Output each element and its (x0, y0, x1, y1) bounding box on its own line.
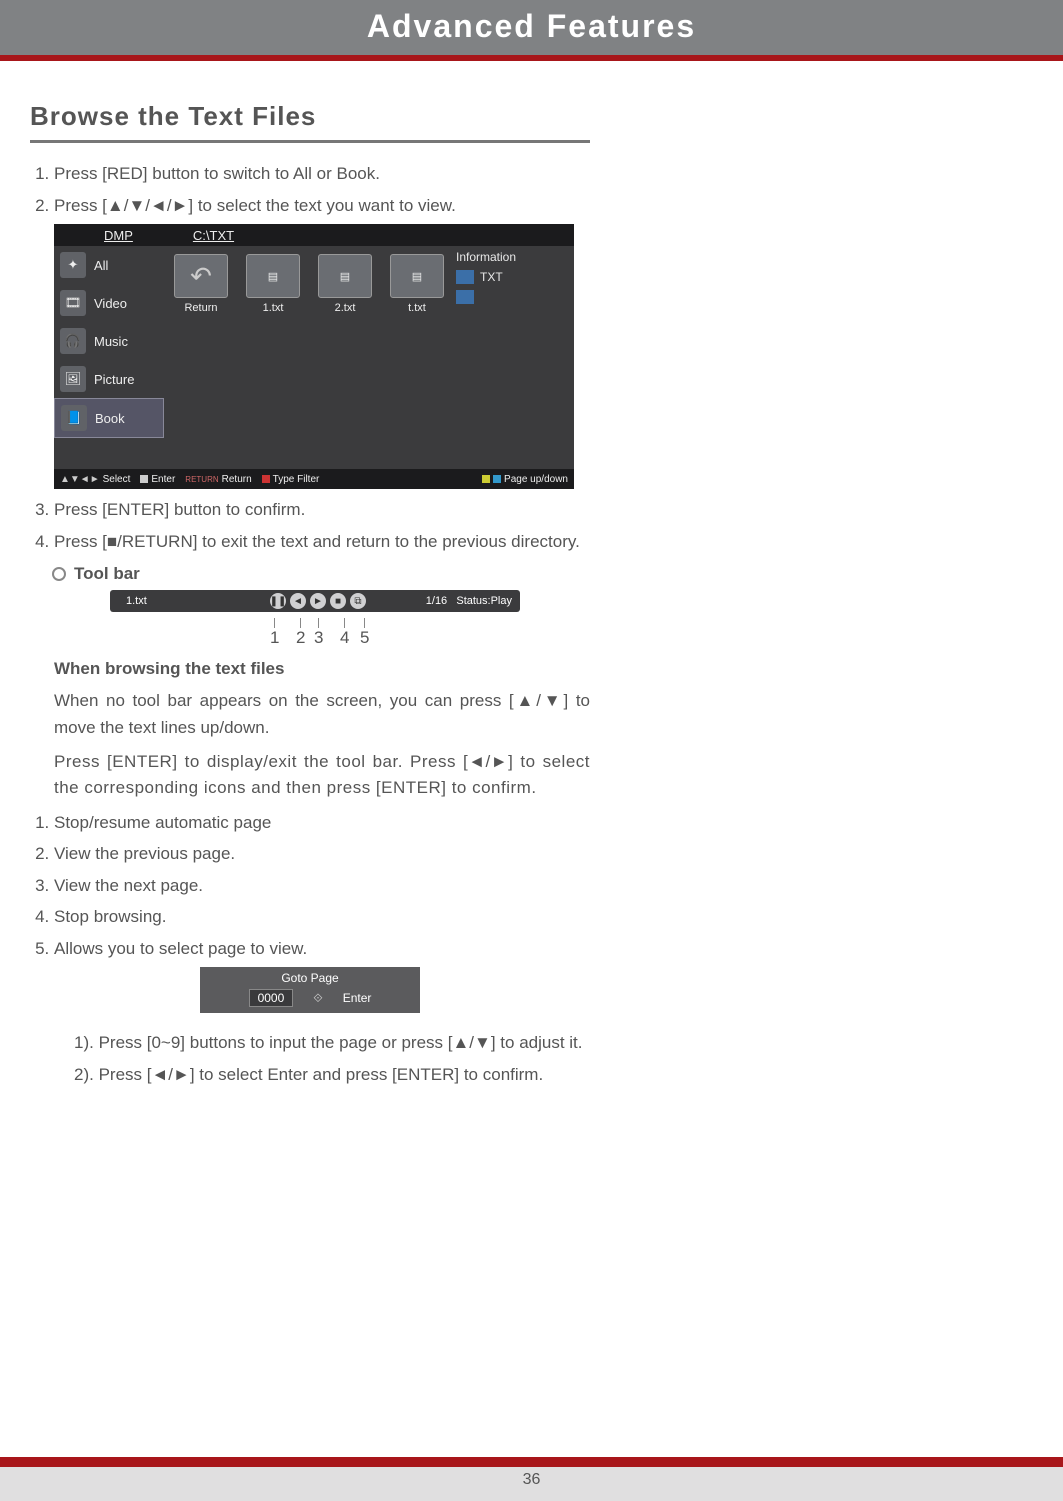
browsing-p1: When no tool bar appears on the screen, … (54, 688, 590, 741)
steps-list: Press [RED] button to switch to All or B… (30, 161, 590, 218)
goto-enter[interactable]: Enter (343, 991, 372, 1005)
cat-book[interactable]: 📘Book (54, 398, 164, 438)
info-title: Information (456, 250, 566, 264)
label-5: 5 (360, 628, 369, 648)
step-2: Press [▲/▼/◄/►] to select the text you w… (54, 193, 590, 219)
info-row-icon (456, 290, 474, 304)
content-area: Browse the Text Files Press [RED] button… (0, 61, 1063, 1087)
toolbar-status: Status:Play (456, 595, 512, 607)
music-icon: 🎧 (60, 328, 86, 354)
file-2[interactable]: ▤2.txt (318, 254, 372, 314)
cat-video[interactable]: 🎞Video (54, 284, 164, 322)
info-panel: Information TXT (456, 250, 566, 310)
toolbar-file: 1.txt (126, 595, 147, 607)
footer-redbar (0, 1457, 1063, 1467)
browsing-p2: Press [ENTER] to display/exit the tool b… (54, 749, 590, 802)
goto-title: Goto Page (200, 971, 420, 985)
info-type: TXT (480, 270, 503, 284)
toolbar-bullet: Tool bar (52, 564, 590, 584)
goto-steps: 1). Press [0~9] buttons to input the pag… (30, 1030, 590, 1087)
goto-page-screenshot: Goto Page 0000 ⟐ Enter (200, 967, 420, 1013)
file-3[interactable]: ▤t.txt (390, 254, 444, 314)
all-icon: ✦ (60, 252, 86, 278)
goto-step-2: 2). Press [◄/►] to select Enter and pres… (74, 1062, 590, 1088)
video-icon: 🎞 (60, 290, 86, 316)
prev-icon[interactable]: ◄ (290, 593, 306, 609)
section-title: Browse the Text Files (30, 101, 590, 132)
toolbar-heading: Tool bar (74, 564, 140, 584)
return-icon: ↶ (174, 254, 228, 298)
legend-bar: ▲▼◄►Select Enter RETURNReturn Type Filte… (54, 469, 574, 489)
step-3: Press [ENTER] button to confirm. (54, 497, 590, 523)
cat-music[interactable]: 🎧Music (54, 322, 164, 360)
cat-picture[interactable]: 🖼Picture (54, 360, 164, 398)
icon-desc-3: View the next page. (54, 873, 590, 899)
label-3: 3 (314, 628, 323, 648)
icon-desc-4: Stop browsing. (54, 904, 590, 930)
file-1[interactable]: ▤1.txt (246, 254, 300, 314)
goto-value[interactable]: 0000 (249, 989, 294, 1007)
icon-desc-list: Stop/resume automatic page View the prev… (30, 810, 590, 962)
label-2: 2 (296, 628, 305, 648)
txt-icon: ▤ (246, 254, 300, 298)
cat-all[interactable]: ✦All (54, 246, 164, 284)
browsing-heading: When browsing the text files (54, 656, 590, 682)
spinner-icon[interactable]: ⟐ (313, 991, 322, 1006)
step-1: Press [RED] button to switch to All or B… (54, 161, 590, 187)
next-icon[interactable]: ► (310, 593, 326, 609)
label-4: 4 (340, 628, 349, 648)
goto-step-1: 1). Press [0~9] buttons to input the pag… (74, 1030, 590, 1056)
dmp-label: DMP (104, 228, 133, 243)
picture-icon: 🖼 (60, 366, 86, 392)
page-number: 36 (0, 1467, 1063, 1501)
step-4: Press [■/RETURN] to exit the text and re… (54, 529, 590, 555)
stop-icon[interactable]: ■ (330, 593, 346, 609)
footer: 36 (0, 1457, 1063, 1501)
bullet-icon (52, 567, 66, 581)
book-icon: 📘 (61, 405, 87, 431)
file-browser-screenshot: DMP C:\TXT ✦All 🎞Video 🎧Music 🖼Picture 📘… (54, 224, 574, 489)
icon-desc-5: Allows you to select page to view. (54, 936, 590, 962)
page: Advanced Features Browse the Text Files … (0, 0, 1063, 1501)
toolbar-screenshot: 1.txt ❚❚ ◄ ► ■ ⧉ 1/16 Status:Play (110, 590, 520, 612)
icon-desc-2: View the previous page. (54, 841, 590, 867)
category-sidebar: ✦All 🎞Video 🎧Music 🖼Picture 📘Book (54, 246, 164, 438)
path-label: C:\TXT (193, 228, 234, 243)
txt-icon: ▤ (390, 254, 444, 298)
txt-icon: ▤ (318, 254, 372, 298)
file-return[interactable]: ↶Return (174, 254, 228, 314)
toolbar-page: 1/16 (426, 595, 447, 607)
info-type-icon (456, 270, 474, 284)
file-grid: ↶Return ▤1.txt ▤2.txt ▤t.txt (174, 254, 444, 314)
pause-icon[interactable]: ❚❚ (270, 593, 286, 609)
steps-list-cont: Press [ENTER] button to confirm. Press [… (30, 497, 590, 554)
icon-desc-1: Stop/resume automatic page (54, 810, 590, 836)
label-1: 1 (270, 628, 279, 648)
header-bar: Advanced Features (0, 0, 1063, 55)
section-rule (30, 140, 590, 143)
goto-icon[interactable]: ⧉ (350, 593, 366, 609)
